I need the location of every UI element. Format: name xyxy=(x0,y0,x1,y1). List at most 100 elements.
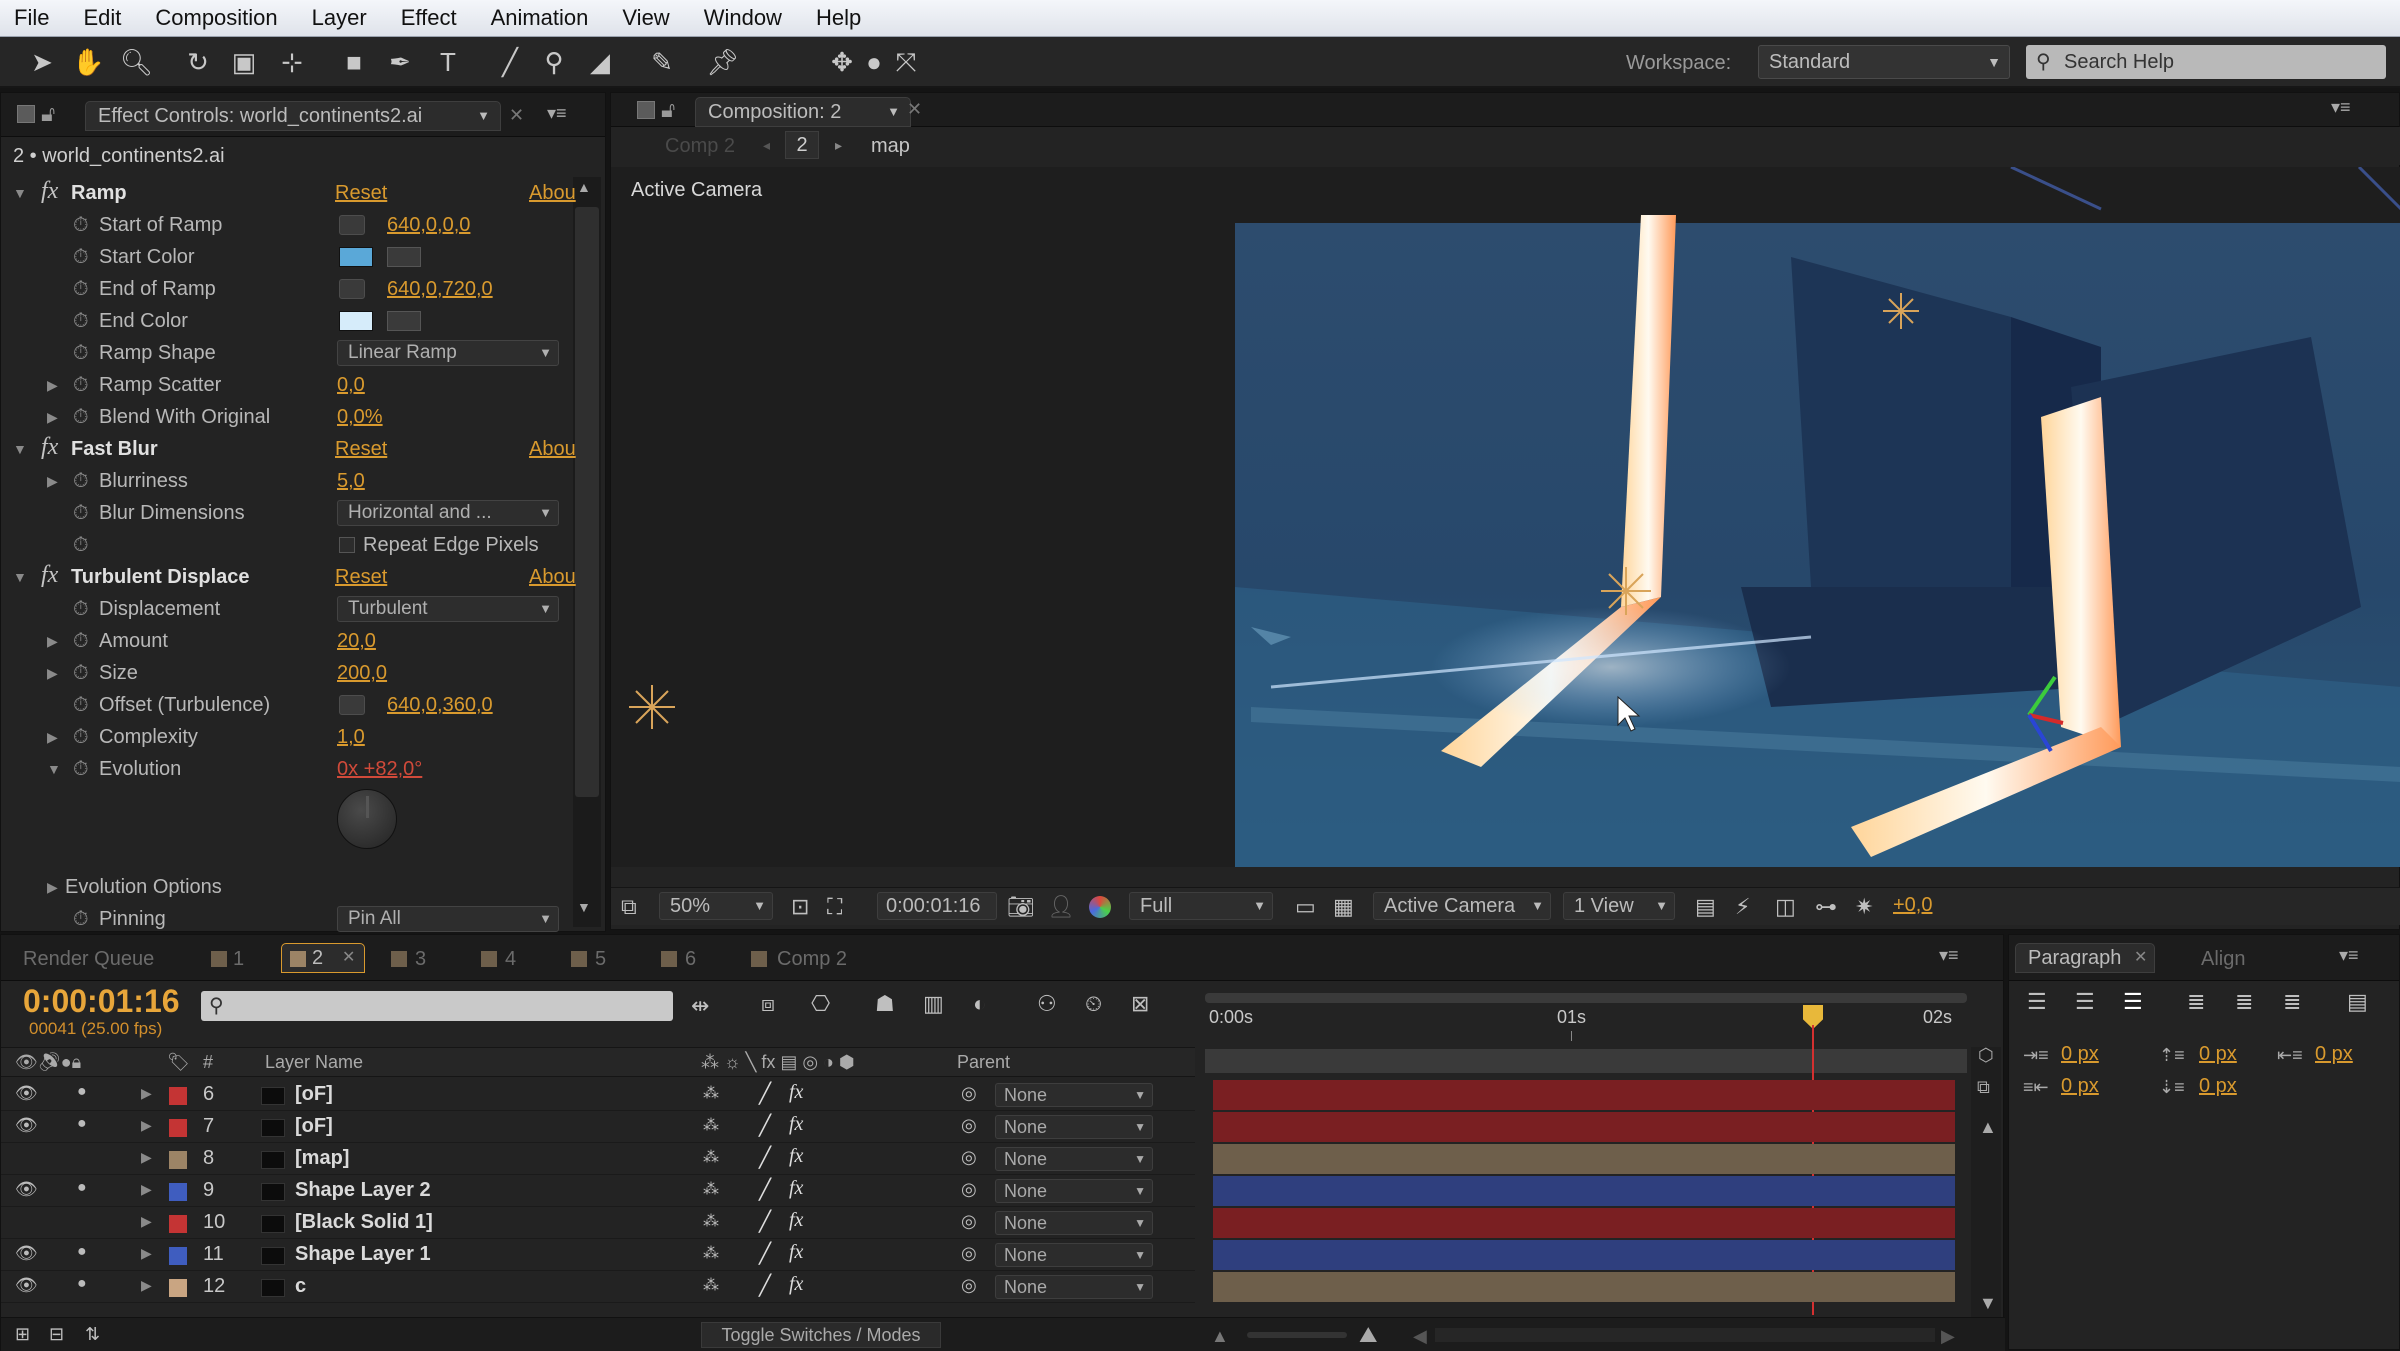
layer-name[interactable]: c xyxy=(295,1275,306,1298)
pick-whip-icon[interactable]: ◎ xyxy=(961,1275,977,1296)
view-axis-mode-icon[interactable]: ⤧ xyxy=(890,46,922,78)
panel-menu-icon[interactable]: ▾≡ xyxy=(1939,945,1959,966)
live-update-icon[interactable]: ⧈ xyxy=(761,991,775,1017)
offset-value[interactable]: 640,0,360,0 xyxy=(387,689,493,721)
quality-switch-icon[interactable]: ╱ xyxy=(759,1273,771,1298)
stopwatch-icon[interactable]: ⏱︎ xyxy=(73,305,89,337)
panel-grip-icon[interactable] xyxy=(637,101,655,119)
eye-icon[interactable]: 👁︎ xyxy=(15,1243,38,1264)
close-icon[interactable]: ✕ xyxy=(907,99,922,120)
about-link[interactable]: Abou xyxy=(529,177,576,209)
end-of-ramp-value[interactable]: 640,0,720,0 xyxy=(387,273,493,305)
stopwatch-icon[interactable]: ⏱︎ xyxy=(73,657,89,689)
start-color-swatch[interactable] xyxy=(339,247,373,267)
graph-editor-icon[interactable]: ⊠ xyxy=(1131,991,1149,1017)
eye-icon[interactable]: 👁︎ xyxy=(15,1083,38,1104)
comp-timecode[interactable]: 0:00:01:16 xyxy=(877,892,997,920)
menu-file[interactable]: File xyxy=(14,5,49,31)
shy-icon[interactable]: ☗ xyxy=(875,991,895,1017)
label-color-swatch[interactable] xyxy=(169,1279,187,1297)
table-row[interactable]: 👁︎ ● ▶ 6 [oF] ⁂ ╱ fx ◎ None ▼ xyxy=(1,1079,1195,1111)
local-axis-mode-icon[interactable]: ✥ xyxy=(826,46,858,78)
stopwatch-icon[interactable]: ⏱︎ xyxy=(73,497,89,529)
exposure-icon[interactable]: ✷ xyxy=(1855,894,1873,920)
collapse-triangle-icon[interactable]: ▼ xyxy=(13,177,27,209)
layer-name[interactable]: [Black Solid 1] xyxy=(295,1211,433,1234)
region-of-interest-icon[interactable]: ▭ xyxy=(1295,894,1316,920)
scroll-down-icon[interactable]: ▼ xyxy=(1979,1293,1997,1314)
frame-blending-icon[interactable]: ▥ xyxy=(923,991,944,1017)
layer-name[interactable]: Shape Layer 2 xyxy=(295,1179,431,1202)
about-link[interactable]: Abou xyxy=(529,561,576,593)
stopwatch-icon[interactable]: ⏱︎ xyxy=(73,369,89,401)
quality-switch-icon[interactable]: ╱ xyxy=(759,1177,771,1202)
shy-switch-icon[interactable]: ⁂ xyxy=(703,1275,719,1295)
tab-comp-comp2[interactable]: Comp 2 xyxy=(777,945,847,973)
indent-right-value[interactable]: 0 px xyxy=(2061,1075,2099,1098)
expand-triangle-icon[interactable]: ▶ xyxy=(141,1181,152,1198)
layer-name[interactable]: [oF] xyxy=(295,1083,333,1106)
camera-tool-icon[interactable]: ▣ xyxy=(228,46,260,78)
breadcrumb-2[interactable]: 2 xyxy=(785,131,819,159)
justify-last-left-icon[interactable]: ≣ xyxy=(2187,989,2205,1015)
stopwatch-icon[interactable]: ⏱︎ xyxy=(73,273,89,305)
parent-select[interactable]: None ▼ xyxy=(995,1275,1153,1299)
eyedropper-icon[interactable] xyxy=(387,311,421,331)
views-select[interactable]: 1 View ▼ xyxy=(1563,892,1675,920)
tab-comp-5[interactable]: 5 xyxy=(595,945,606,973)
end-color-swatch[interactable] xyxy=(339,311,373,331)
horizontal-scrollbar[interactable] xyxy=(1435,1328,1935,1342)
fx-switch-icon[interactable]: fx xyxy=(789,1241,803,1264)
parent-select[interactable]: None ▼ xyxy=(995,1179,1153,1203)
stopwatch-icon[interactable]: ⏱︎ xyxy=(73,721,89,753)
timeline-scrollbar[interactable]: ⬡ ⧉ ▲ ▼ xyxy=(1971,1045,2001,1317)
table-row[interactable]: 👁︎ ● ▶ 11 Shape Layer 1 ⁂ ╱ fx ◎ None ▼ xyxy=(1,1239,1195,1271)
menu-animation[interactable]: Animation xyxy=(491,5,589,31)
parent-select[interactable]: None ▼ xyxy=(995,1243,1153,1267)
expand-triangle-icon[interactable]: ▶ xyxy=(141,1245,152,1262)
collapse-triangle-icon[interactable]: ▼ xyxy=(13,561,27,593)
parent-select[interactable]: None ▼ xyxy=(995,1083,1153,1107)
exposure-value[interactable]: +0,0 xyxy=(1893,894,1932,917)
layer-name[interactable]: Shape Layer 1 xyxy=(295,1243,431,1266)
justify-last-right-icon[interactable]: ≣ xyxy=(2283,989,2301,1015)
ramp-effect-row[interactable]: ▼ fx Ramp Reset Abou xyxy=(1,177,576,209)
expand-triangle-icon[interactable]: ▶ xyxy=(47,625,58,657)
motion-blur-icon[interactable]: ◐ xyxy=(973,991,986,1017)
quality-switch-icon[interactable]: ╱ xyxy=(759,1241,771,1266)
fx-switch-icon[interactable]: fx xyxy=(789,1177,803,1200)
table-row[interactable]: ▶ 8 [map] ⁂ ╱ fx ◎ None ▼ xyxy=(1,1143,1195,1175)
size-value[interactable]: 200,0 xyxy=(337,657,387,689)
table-row[interactable]: 👁︎ ● ▶ 12 c ⁂ ╱ fx ◎ None ▼ xyxy=(1,1271,1195,1303)
stopwatch-icon[interactable]: ⏱︎ xyxy=(73,241,89,273)
menu-help[interactable]: Help xyxy=(816,5,861,31)
roto-brush-tool-icon[interactable]: ✎ xyxy=(646,46,678,78)
solo-icon[interactable]: ● xyxy=(77,1243,87,1261)
camera-select[interactable]: Active Camera ▼ xyxy=(1373,892,1551,920)
point-control-icon[interactable] xyxy=(339,279,365,299)
solo-icon[interactable]: ● xyxy=(77,1083,87,1101)
first-line-indent-value[interactable]: 0 px xyxy=(2315,1043,2353,1066)
adjustment-icon[interactable]: ⧉ xyxy=(1977,1077,1990,1098)
zoom-shape-icon[interactable]: ⬡ xyxy=(1978,1045,1994,1066)
label-color-swatch[interactable] xyxy=(169,1215,187,1233)
start-of-ramp-value[interactable]: 640,0,0,0 xyxy=(387,209,470,241)
current-time-display[interactable]: 0:00:01:16 xyxy=(23,983,180,1020)
eye-icon[interactable]: 👁︎ xyxy=(15,1275,38,1296)
resolution-select[interactable]: Full ▼ xyxy=(1129,892,1273,920)
stopwatch-icon[interactable]: ⏱︎ xyxy=(73,401,89,433)
work-area-track[interactable] xyxy=(1205,1049,1967,1073)
tab-paragraph[interactable]: Paragraph ✕ xyxy=(2015,943,2155,973)
layer-duration-bar[interactable] xyxy=(1213,1272,1955,1302)
complexity-value[interactable]: 1,0 xyxy=(337,721,365,753)
layer-name[interactable]: [oF] xyxy=(295,1115,333,1138)
brush-tool-icon[interactable]: ╱ xyxy=(494,46,526,78)
rectangle-tool-icon[interactable]: ■ xyxy=(338,46,370,78)
fit-icon[interactable]: ⊡ xyxy=(791,894,809,920)
layer-duration-bar[interactable] xyxy=(1213,1208,1955,1238)
menu-edit[interactable]: Edit xyxy=(83,5,121,31)
amount-value[interactable]: 20,0 xyxy=(337,625,376,657)
quality-switch-icon[interactable]: ╱ xyxy=(759,1113,771,1138)
expand-triangle-icon[interactable]: ▶ xyxy=(47,401,58,433)
zoom-select[interactable]: 50% ▼ xyxy=(659,892,773,920)
